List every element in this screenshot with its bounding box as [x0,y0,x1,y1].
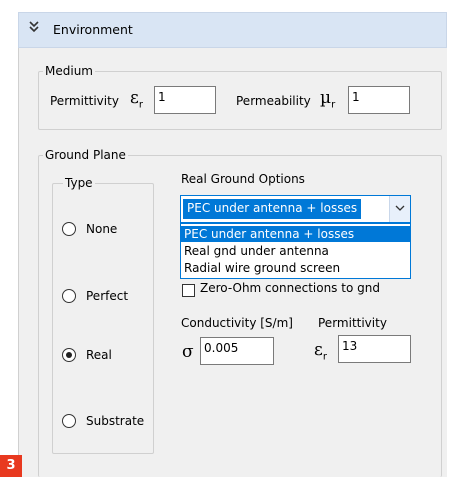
conductivity-symbol: σ [182,342,194,362]
real-ground-options-label: Real Ground Options [181,172,305,186]
medium-legend: Medium [45,64,93,78]
section-title: Environment [53,22,133,37]
real-ground-options-select[interactable]: PEC under antenna + losses [180,195,411,223]
chevron-down-icon[interactable] [389,196,410,222]
type-group: Type [52,176,154,454]
step-badge: 3 [0,455,22,477]
radio-real[interactable] [62,348,76,362]
radio-substrate[interactable] [62,414,76,428]
medium-permittivity-symbol: εr [130,88,143,111]
medium-permittivity-input[interactable]: 1 [154,86,216,114]
dropdown-option[interactable]: PEC under antenna + losses [181,226,410,242]
environment-section-header[interactable]: Environment [18,12,447,48]
double-chevron-down-icon[interactable] [29,20,39,38]
dropdown-option[interactable]: Real gnd under antenna [181,243,410,259]
ground-permittivity-symbol: εr [314,340,327,363]
ground-plane-legend: Ground Plane [45,148,126,162]
zero-ohm-checkbox[interactable] [182,284,195,297]
medium-permittivity-label: Permittivity [50,94,119,108]
medium-permeability-input[interactable]: 1 [348,86,410,114]
ground-permittivity-label: Permittivity [318,316,387,330]
radio-perfect-label[interactable]: Perfect [86,289,128,303]
conductivity-label: Conductivity [S/m] [181,316,293,330]
dropdown-option[interactable]: Radial wire ground screen [181,260,410,276]
medium-permeability-label: Permeability [236,94,311,108]
type-legend: Type [65,176,93,190]
zero-ohm-checkbox-label[interactable]: Zero-Ohm connections to gnd [200,281,380,295]
radio-substrate-label[interactable]: Substrate [86,414,144,428]
ground-permittivity-input[interactable]: 13 [338,335,411,363]
radio-perfect[interactable] [62,289,76,303]
radio-none[interactable] [62,222,76,236]
radio-none-label[interactable]: None [86,222,117,236]
radio-selected-dot [66,352,72,358]
medium-permeability-symbol: µr [320,88,336,111]
conductivity-input[interactable]: 0.005 [200,337,274,365]
real-ground-selected-value: PEC under antenna + losses [183,199,362,219]
radio-real-label[interactable]: Real [86,348,112,362]
real-ground-options-dropdown: PEC under antenna + losses Real gnd unde… [180,223,411,279]
